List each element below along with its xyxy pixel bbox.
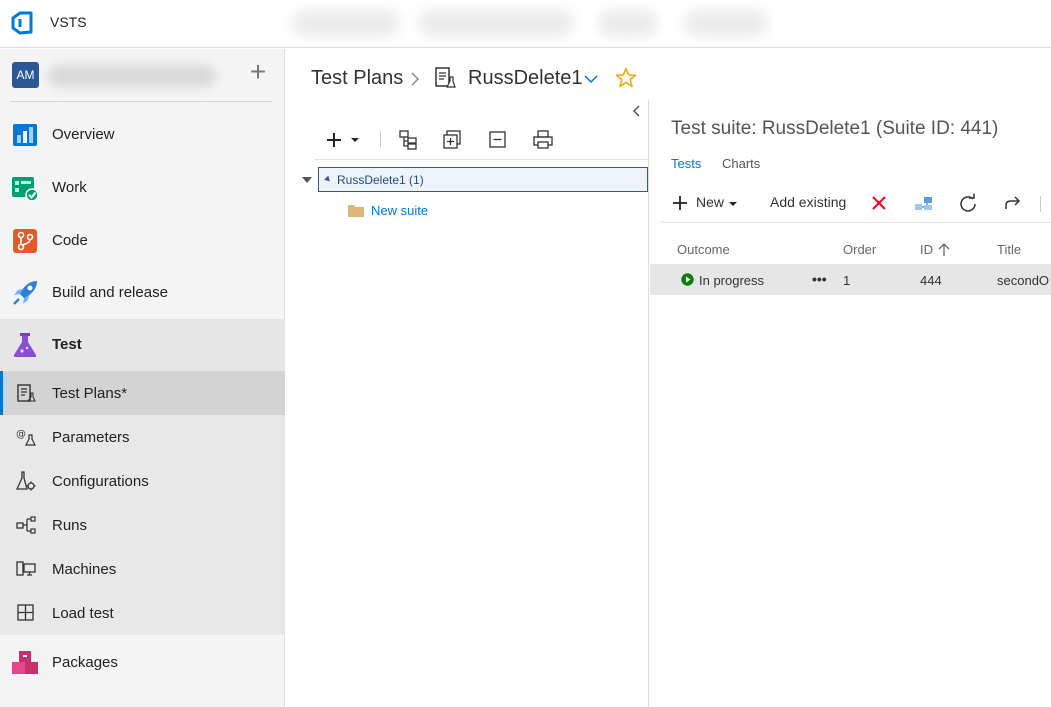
column-header-id[interactable]: ID xyxy=(920,242,933,257)
chevron-right-icon xyxy=(411,72,420,86)
new-plus-icon[interactable] xyxy=(671,193,691,213)
collapse-pane-icon[interactable] xyxy=(630,104,644,118)
title-cell: secondO xyxy=(997,273,1050,288)
runs-icon xyxy=(16,516,36,534)
test-flask-icon xyxy=(13,333,37,357)
sidebar-item-label: Parameters xyxy=(52,429,130,446)
id-cell: 444 xyxy=(920,273,942,288)
sidebar-item-label: Code xyxy=(52,232,88,249)
folder-icon xyxy=(348,205,364,217)
column-header-outcome[interactable]: Outcome xyxy=(677,242,730,257)
toolbar-divider-line xyxy=(660,222,1051,223)
tree-node-label: RussDelete1 (1) xyxy=(337,173,424,187)
tab-tests[interactable]: Tests xyxy=(671,156,701,171)
add-project-button[interactable]: + xyxy=(244,58,272,87)
work-icon xyxy=(12,177,39,202)
code-icon xyxy=(13,229,37,253)
machines-icon xyxy=(16,561,36,576)
sidebar-item-overview[interactable]: Overview xyxy=(0,109,285,161)
redacted-nav-4 xyxy=(684,9,768,37)
outcome-cell: In progress xyxy=(699,273,765,288)
print-icon[interactable] xyxy=(532,129,554,151)
sidebar: AM + Overview Work Code Build and releas… xyxy=(0,49,285,707)
tree-node-root-suite[interactable]: RussDelete1 (1) xyxy=(318,167,648,192)
project-selector[interactable]: AM + xyxy=(0,49,285,103)
sidebar-item-label: Runs xyxy=(52,517,88,534)
configurations-icon xyxy=(16,471,36,491)
table-row[interactable]: In progress ••• 1 444 secondO xyxy=(650,264,1051,295)
sidebar-item-build-and-release[interactable]: Build and release xyxy=(0,267,285,319)
divider xyxy=(10,101,272,102)
parameters-icon: @ xyxy=(16,429,36,446)
delete-icon[interactable] xyxy=(869,193,889,213)
test-subnav: Test Plans* @ Parameters Configurations xyxy=(0,371,285,635)
sidebar-item-label: Configurations xyxy=(52,473,149,490)
favorite-star-icon[interactable] xyxy=(615,67,637,89)
suite-title: Test suite: RussDelete1 (Suite ID: 441) xyxy=(671,118,999,139)
sidebar-item-load-test[interactable]: Load test xyxy=(0,591,285,635)
tab-charts[interactable]: Charts xyxy=(722,156,760,171)
svg-text:@: @ xyxy=(16,429,26,440)
tree-node-expanded-icon xyxy=(324,175,332,184)
column-header-order[interactable]: Order xyxy=(843,242,876,257)
breadcrumb-test-plans[interactable]: Test Plans xyxy=(311,67,403,90)
chevron-down-icon[interactable] xyxy=(583,72,599,86)
vsts-logo-icon[interactable] xyxy=(11,11,37,35)
sidebar-item-runs[interactable]: Runs xyxy=(0,503,285,547)
rocket-icon xyxy=(13,281,37,305)
test-plan-icon xyxy=(435,67,456,88)
sidebar-item-work[interactable]: Work xyxy=(0,162,285,214)
sidebar-item-label: Packages xyxy=(52,654,118,671)
sidebar-item-code[interactable]: Code xyxy=(0,215,285,267)
toolbar-divider xyxy=(1040,196,1041,212)
redacted-nav-3 xyxy=(598,9,658,37)
test-plans-icon xyxy=(17,384,36,402)
toolbar-divider xyxy=(380,131,381,147)
sidebar-item-test-plans[interactable]: Test Plans* xyxy=(0,371,285,415)
expand-tree-icon[interactable] xyxy=(397,129,419,151)
sidebar-item-label: Work xyxy=(52,179,87,196)
sidebar-item-label: Build and release xyxy=(52,284,168,301)
load-test-icon xyxy=(17,604,34,621)
more-actions-icon[interactable]: ••• xyxy=(812,271,827,287)
sidebar-item-machines[interactable]: Machines xyxy=(0,547,285,591)
sidebar-item-label: Machines xyxy=(52,561,117,578)
test-plan-name[interactable]: RussDelete1 xyxy=(468,67,583,90)
brand-name[interactable]: VSTS xyxy=(50,14,87,30)
sidebar-item-label: Overview xyxy=(52,126,115,143)
sidebar-item-label: Load test xyxy=(52,605,114,622)
new-button[interactable]: New xyxy=(696,194,724,214)
sort-ascending-icon xyxy=(938,243,950,256)
collapse-all-icon[interactable] xyxy=(487,129,509,151)
new-suite-dropdown-icon[interactable] xyxy=(324,129,364,151)
assign-configuration-icon[interactable] xyxy=(914,193,934,213)
sidebar-item-test[interactable]: Test xyxy=(0,319,285,371)
order-cell: 1 xyxy=(843,273,851,288)
refresh-icon[interactable] xyxy=(958,193,978,213)
redacted-project-name xyxy=(48,65,216,87)
top-bar: VSTS xyxy=(0,0,1051,48)
expand-all-icon[interactable] xyxy=(442,129,464,151)
sidebar-item-label: Test xyxy=(52,336,82,353)
in-progress-play-icon xyxy=(681,273,694,286)
pane-splitter[interactable] xyxy=(648,100,649,707)
open-share-icon[interactable] xyxy=(1003,193,1023,213)
add-existing-button[interactable]: Add existing xyxy=(770,194,846,214)
redacted-nav-2 xyxy=(418,9,574,37)
redacted-nav-1 xyxy=(292,9,400,37)
chevron-down-icon[interactable] xyxy=(726,193,740,213)
tree-toolbar-divider xyxy=(314,159,648,160)
sidebar-item-label: Test Plans* xyxy=(52,385,128,402)
column-header-title[interactable]: Title xyxy=(997,242,1021,257)
sidebar-item-packages[interactable]: Packages xyxy=(0,637,285,689)
overview-icon xyxy=(13,124,37,146)
packages-icon xyxy=(12,651,38,674)
sidebar-item-configurations[interactable]: Configurations xyxy=(0,459,285,503)
sidebar-item-parameters[interactable]: @ Parameters xyxy=(0,415,285,459)
tree-node-label: New suite xyxy=(371,203,429,218)
avatar[interactable]: AM xyxy=(12,62,39,88)
tree-expand-caret[interactable] xyxy=(302,177,312,183)
